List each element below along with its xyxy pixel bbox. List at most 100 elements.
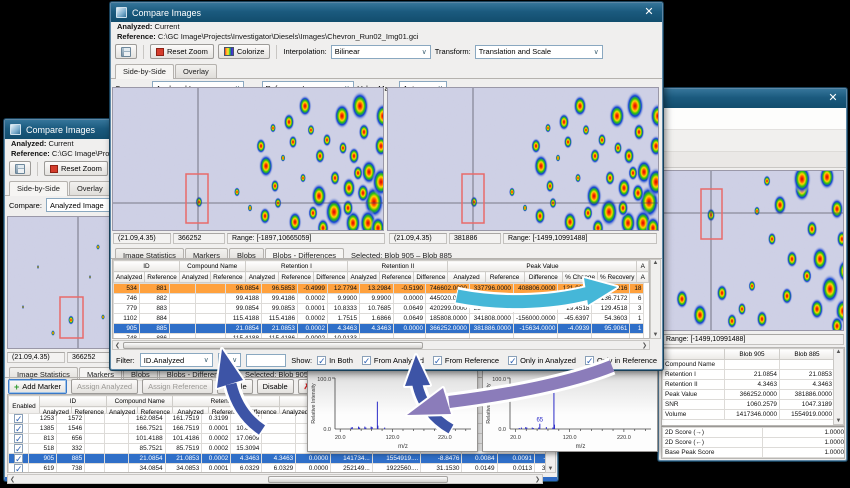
cell: 115.4186 <box>262 334 298 340</box>
checkbox-icon[interactable]: ✓ <box>585 356 594 365</box>
close-icon[interactable]: ✕ <box>825 93 841 104</box>
enable-button[interactable]: Enable <box>217 379 252 394</box>
cell: 252149... <box>331 464 373 474</box>
enabled-checkbox[interactable]: ✓ <box>14 434 23 443</box>
cell: 1 <box>630 314 644 324</box>
checkbox-icon[interactable]: ✓ <box>317 356 326 365</box>
svg-text:100.0: 100.0 <box>492 377 506 383</box>
plus-icon: + <box>14 383 19 391</box>
tab-side-by-side[interactable]: Side-by-Side <box>115 64 174 79</box>
scroll-up-icon[interactable]: ▲ <box>836 349 842 355</box>
tab-overlay[interactable]: Overlay <box>175 64 217 78</box>
cell: 17.0609 <box>231 434 262 444</box>
filter-op-combo[interactable]: =∨ <box>218 353 242 367</box>
cell: 337796.0000 <box>470 284 514 294</box>
tab-side-by-side[interactable]: Side-by-Side <box>9 181 68 196</box>
checkbox-icon[interactable]: ✓ <box>433 356 442 365</box>
transform-combo[interactable]: Translation and Scale∨ <box>475 45 603 59</box>
table-row[interactable]: 53488196.085496.5853-0.499912.779413.298… <box>114 284 644 294</box>
enabled-checkbox[interactable]: ✓ <box>14 464 23 473</box>
table-row[interactable]: Retention II4.34634.3463 <box>663 380 835 390</box>
filter-value-input[interactable] <box>246 354 286 367</box>
table-row[interactable]: Spectral Score971.0000 <box>663 458 846 460</box>
table-row[interactable]: 74688299.418899.41860.00029.99009.99000.… <box>114 294 644 304</box>
hscroll-thumb[interactable] <box>268 476 448 483</box>
enabled-checkbox[interactable]: ✓ <box>14 454 23 463</box>
disable-button[interactable]: Disable <box>257 379 294 394</box>
scroll-left-icon[interactable]: ❮ <box>8 476 17 483</box>
table-row[interactable]: ✓61973834.085434.08530.00016.03296.03290… <box>9 464 552 474</box>
scroll-right-icon[interactable]: ❯ <box>640 342 649 349</box>
cell: 10.0133 <box>328 334 360 340</box>
show-option-only-in-analyzed[interactable]: ✓Only in Analyzed <box>508 356 576 365</box>
filter-field-combo[interactable]: ID.Analyzed∨ <box>140 353 213 367</box>
enabled-checkbox[interactable]: ✓ <box>14 414 23 423</box>
table-row[interactable]: 2D Score (←)1.0000 <box>663 438 846 448</box>
cell: 779 <box>114 304 140 314</box>
left-table-hscrollbar[interactable]: ❮ ❯ <box>7 474 543 484</box>
reset-zoom-button[interactable]: Reset Zoom <box>44 161 108 176</box>
reference-image-panel[interactable] <box>387 87 659 231</box>
right-chromatogram-image[interactable] <box>661 170 844 331</box>
table-row[interactable]: SNR1060.25791047.3189 <box>663 400 835 410</box>
cell <box>630 334 644 340</box>
scroll-up-icon[interactable]: ▲ <box>653 260 659 266</box>
cell: 0.0000 <box>296 464 331 474</box>
cursor-coords: (21.09,4.35) <box>389 233 447 244</box>
interpolation-combo[interactable]: Bilinear∨ <box>331 45 431 59</box>
cell: 0.0649 <box>394 304 426 314</box>
scroll-down-icon[interactable]: ▼ <box>836 418 842 424</box>
hscroll-thumb[interactable] <box>123 342 423 349</box>
scroll-down-icon[interactable]: ▼ <box>548 466 554 472</box>
save-button[interactable] <box>9 161 31 176</box>
show-option-from-reference[interactable]: ✓From Reference <box>433 356 499 365</box>
colorize-button[interactable]: Colorize <box>218 44 271 59</box>
cell: 21.0853 <box>262 324 298 334</box>
front-window-titlebar[interactable]: Compare Images ✕ <box>111 3 662 22</box>
show-option-only-in-reference[interactable]: ✓Only in Reference <box>585 356 657 365</box>
assign-reference-button[interactable]: Assign Reference <box>142 379 213 394</box>
cell: 21.0854 <box>128 454 165 464</box>
table-row[interactable]: Peak Value366252.0000381886.0000 <box>663 390 835 400</box>
save-button[interactable] <box>115 44 137 59</box>
right-window-titlebar[interactable]: ✕ <box>659 89 846 108</box>
cell <box>592 334 630 340</box>
reset-zoom-button[interactable]: Reset Zoom <box>150 44 214 59</box>
table-row[interactable]: 1102884115.4188115.41860.00021.75151.686… <box>114 314 644 324</box>
enabled-checkbox[interactable]: ✓ <box>14 444 23 453</box>
scroll-down-icon[interactable]: ▼ <box>653 332 659 338</box>
add-marker-button[interactable]: +Add Marker <box>8 379 67 394</box>
assign-analyzed-button[interactable]: Assign Analyzed <box>71 379 138 394</box>
table-row[interactable]: Base Peak Score1.0000 <box>663 448 846 458</box>
cell: 6.0329 <box>231 464 262 474</box>
enabled-checkbox[interactable]: ✓ <box>14 424 23 433</box>
checkbox-icon[interactable]: ✓ <box>508 356 517 365</box>
front-table-vscrollbar[interactable]: ▲ ▼ <box>650 259 661 339</box>
close-icon[interactable]: ✕ <box>641 7 657 18</box>
cell <box>85 444 105 454</box>
svg-text:0.0: 0.0 <box>323 427 331 433</box>
analyzed-image-panel[interactable] <box>112 87 384 231</box>
cell: 99.4186 <box>262 294 298 304</box>
cell: 54.3603 <box>592 314 630 324</box>
scroll-left-icon[interactable]: ❮ <box>113 342 122 349</box>
table-row[interactable]: Compound Name <box>663 360 835 370</box>
table-row[interactable]: ✓90588521.085421.08530.00024.34634.34630… <box>9 454 552 464</box>
front-table-hscrollbar[interactable]: ❮ ❯ <box>112 340 650 350</box>
tab-overlay[interactable]: Overlay <box>69 181 111 195</box>
show-option-from-analyzed[interactable]: ✓From Analyzed <box>362 356 424 365</box>
table-row[interactable]: Volume1417346.00001554919.0000 <box>663 410 835 420</box>
table-row[interactable]: 77988399.085499.08530.000110.833310.7685… <box>114 304 644 314</box>
blob-table-vscrollbar[interactable]: ▲ ▼ <box>833 348 844 425</box>
table-row[interactable]: 2D Score (→)1.0000 <box>663 428 846 438</box>
checkbox-icon[interactable]: ✓ <box>362 356 371 365</box>
table-row[interactable]: 90588521.085421.08530.00024.34634.34630.… <box>114 324 644 334</box>
table-row[interactable]: Retention I21.085421.0853 <box>663 370 835 380</box>
cell <box>360 334 394 340</box>
scroll-right-icon[interactable]: ❯ <box>533 476 542 483</box>
blob-compare-table: Blob 905Blob 885Compound NameRetention I… <box>661 347 845 426</box>
cell: 18 <box>630 284 644 294</box>
table-row[interactable]: 748886115.4188115.41860.000210.0133 <box>114 334 644 340</box>
show-option-in-both[interactable]: ✓In Both <box>317 356 353 365</box>
cell <box>426 334 470 340</box>
